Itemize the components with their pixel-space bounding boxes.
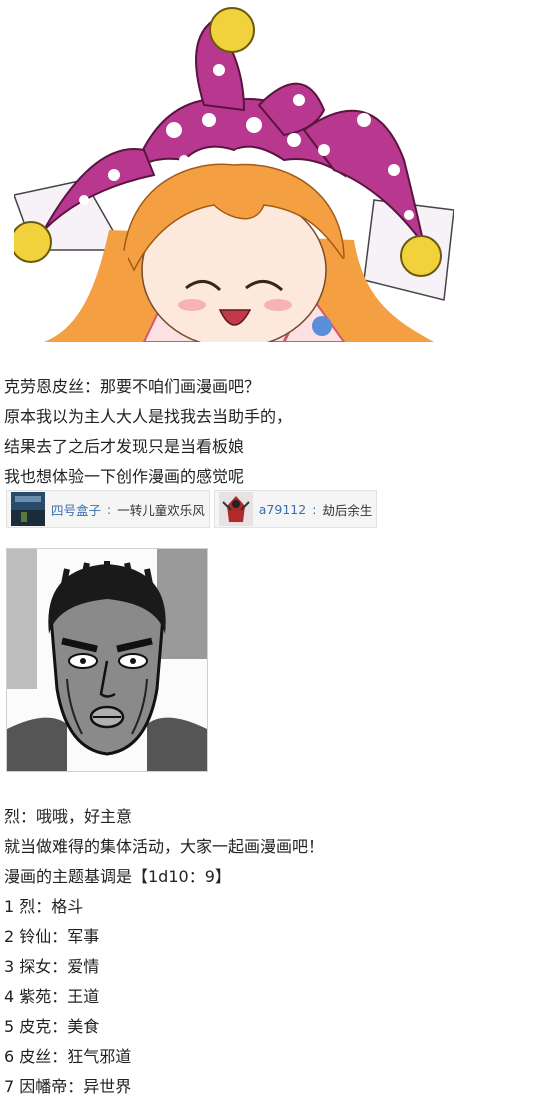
post-line: 就当做难得的集体活动，大家一起画漫画吧！ (4, 837, 325, 856)
quote-link-2[interactable]: a79112: 劫后余生 (213, 490, 378, 528)
quote-title: 一转儿童欢乐风 (117, 502, 205, 518)
quote-separator: : (312, 501, 317, 517)
list-item: 5 皮克：美食 (4, 1017, 100, 1036)
quote-title: 劫后余生 (322, 502, 373, 518)
post-line: 结果去了之后才发现只是当看板娘 (4, 437, 245, 456)
list-item: 6 皮丝：狂气邪道 (4, 1047, 132, 1066)
post-reply-text: 烈：哦哦，好主意 就当做难得的集体活动，大家一起画漫画吧！ 漫画的主题基调是【1… (4, 802, 324, 1102)
list-item: 3 探女：爱情 (4, 957, 100, 976)
clownpiece-illustration (14, 0, 454, 342)
quote-separator: : (107, 501, 112, 517)
red-figure-thumbnail-icon (218, 492, 253, 526)
post-line: 我也想体验一下创作漫画的感觉呢 (4, 467, 245, 486)
post-line: 原本我以为主人大人是找我去当助手的， (4, 407, 293, 426)
list-item: 2 铃仙：军事 (4, 927, 100, 946)
post-line: 烈：哦哦，好主意 (4, 807, 133, 826)
list-item: 1 烈：格斗 (4, 897, 84, 916)
post-line: 漫画的主题基调是【1d10：9】 (4, 867, 231, 886)
post-line: 克劳恩皮丝：那要不咱们画漫画吧？ (4, 377, 261, 396)
post-intro-text: 克劳恩皮丝：那要不咱们画漫画吧？ 原本我以为主人大人是找我去当助手的， 结果去了… (4, 372, 292, 492)
quote-references: 四号盒子: 一转儿童欢乐风 a79112: 劫后余生 (6, 490, 378, 528)
quote-user: a79112 (258, 501, 307, 517)
quote-user: 四号盒子 (51, 502, 102, 518)
sky-thumbnail-icon (11, 492, 45, 526)
quote-link-1[interactable]: 四号盒子: 一转儿童欢乐风 (6, 490, 210, 528)
manga-face-image (6, 548, 208, 772)
list-item: 7 因幡帝：异世界 (4, 1077, 132, 1096)
list-item: 4 紫苑：王道 (4, 987, 100, 1006)
